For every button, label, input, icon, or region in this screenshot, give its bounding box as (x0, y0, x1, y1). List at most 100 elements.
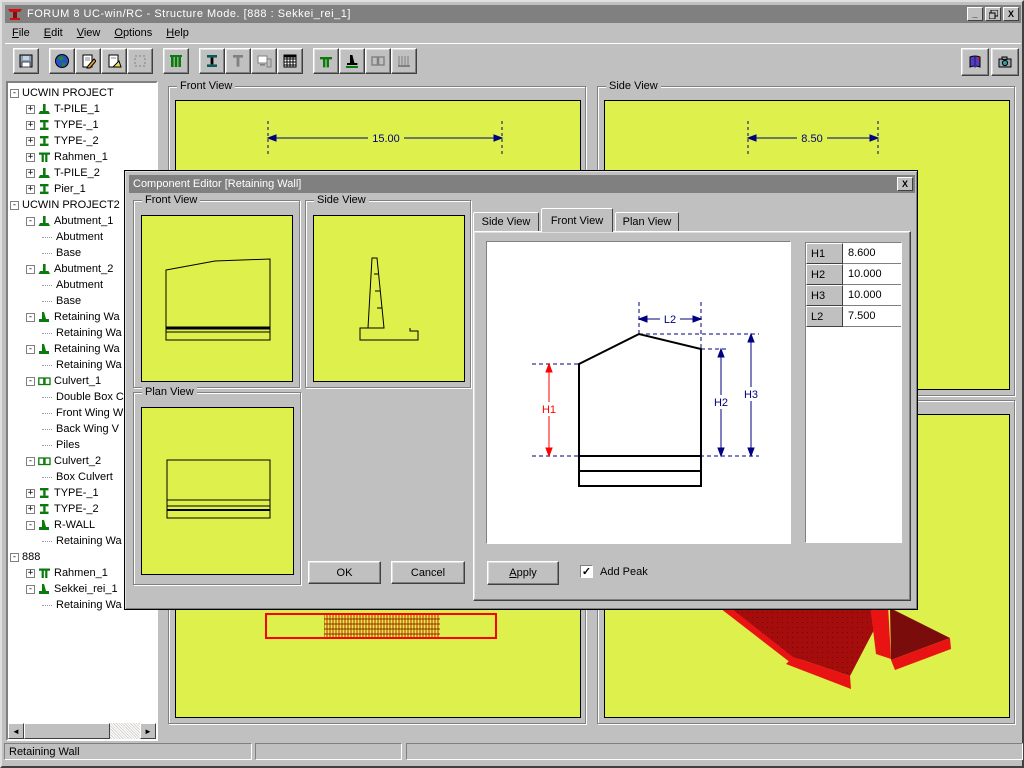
edit-document-button[interactable] (75, 48, 101, 74)
param-value-h3[interactable]: 10.000 (843, 285, 901, 306)
dialog-close-button[interactable]: X (897, 177, 913, 191)
add-peak-checkbox[interactable]: ✓ (580, 565, 593, 578)
culvert-button[interactable] (365, 48, 391, 74)
t-pile-button[interactable] (225, 48, 251, 74)
tree-horizontal-scrollbar[interactable]: ◄ ► (8, 723, 156, 739)
tree-expander-expand[interactable]: + (26, 569, 35, 578)
tree-item-type-2[interactable]: +TYPE-_2 (26, 133, 99, 149)
tree-item-abutment-1[interactable]: -Abutment_1 (26, 213, 113, 229)
tree-expander-collapse[interactable]: - (26, 345, 35, 354)
tree-expander-collapse[interactable]: - (26, 217, 35, 226)
tree-item-t-pile-1[interactable]: +T-PILE_1 (26, 101, 100, 117)
param-name-h3[interactable]: H3 (806, 285, 843, 306)
param-value-h1[interactable]: 8.600 (843, 243, 901, 264)
scroll-right-arrow-icon[interactable]: ► (140, 723, 156, 739)
piles-button[interactable] (391, 48, 417, 74)
computer-button[interactable] (251, 48, 277, 74)
menu-edit[interactable]: Edit (37, 25, 70, 41)
tab-side-view[interactable]: Side View (473, 212, 539, 232)
tree-item-rahmen-1[interactable]: +Rahmen_1 (26, 565, 108, 581)
tree-expander-expand[interactable]: + (26, 121, 35, 130)
tree-item-retaining-wa[interactable]: Retaining Wa (42, 325, 122, 341)
tree-item-box-culvert[interactable]: Box Culvert (42, 469, 113, 485)
tree-item-base[interactable]: Base (42, 293, 81, 309)
columns-button[interactable] (163, 48, 189, 74)
ibeam-pier-button[interactable] (199, 48, 225, 74)
tree-item-retaining-wa[interactable]: Retaining Wa (42, 597, 122, 613)
tree-expander-collapse[interactable]: - (10, 89, 19, 98)
tree-item-rahmen-1[interactable]: +Rahmen_1 (26, 149, 108, 165)
tree-item-double-box-c[interactable]: Double Box C (42, 389, 124, 405)
tree-expander-collapse[interactable]: - (26, 521, 35, 530)
scroll-left-arrow-icon[interactable]: ◄ (8, 723, 24, 739)
param-name-h1[interactable]: H1 (806, 243, 843, 264)
tree-expander-collapse[interactable]: - (10, 553, 19, 562)
tree-expander-collapse[interactable]: - (10, 201, 19, 210)
restore-button[interactable] (985, 7, 1001, 21)
tree-expander-expand[interactable]: + (26, 105, 35, 114)
tree-item-retaining-wa[interactable]: Retaining Wa (42, 357, 122, 373)
retaining-wall-button[interactable] (339, 48, 365, 74)
menu-help[interactable]: Help (159, 25, 196, 41)
select-marquee-button[interactable] (127, 48, 153, 74)
tree-item-base[interactable]: Base (42, 245, 81, 261)
tree-item-abutment[interactable]: Abutment (42, 229, 103, 245)
tree-item-abutment[interactable]: Abutment (42, 277, 103, 293)
param-value-h2[interactable]: 10.000 (843, 264, 901, 285)
grid-button[interactable] (277, 48, 303, 74)
tree-expander-expand[interactable]: + (26, 169, 35, 178)
menu-view[interactable]: View (70, 25, 108, 41)
tree-item-pier-1[interactable]: +Pier_1 (26, 181, 86, 197)
world-button[interactable] (49, 48, 75, 74)
ok-button[interactable]: OK (308, 561, 381, 584)
tree-item-culvert-1[interactable]: -Culvert_1 (26, 373, 101, 389)
tree-expander-expand[interactable]: + (26, 489, 35, 498)
tree-expander-collapse[interactable]: - (26, 457, 35, 466)
tree-item-retaining-wa[interactable]: -Retaining Wa (26, 309, 120, 325)
tree-item-r-wall[interactable]: -R-WALL (26, 517, 95, 533)
save-button[interactable] (13, 48, 39, 74)
param-name-l2[interactable]: L2 (806, 306, 843, 327)
tree-item-ucwin-project[interactable]: -UCWIN PROJECT (10, 85, 114, 101)
tree-item-sekkei-rei-1[interactable]: -Sekkei_rei_1 (26, 581, 118, 597)
tree-item-label: Retaining Wa (54, 343, 120, 355)
document-flag-button[interactable] (101, 48, 127, 74)
tab-plan-view[interactable]: Plan View (615, 212, 679, 232)
scrollbar-thumb[interactable] (24, 723, 110, 739)
tree-item-piles[interactable]: Piles (42, 437, 80, 453)
tree-item-type-1[interactable]: +TYPE-_1 (26, 117, 99, 133)
help-book-button[interactable] (961, 48, 989, 76)
tree-expander-collapse[interactable]: - (26, 265, 35, 274)
tree-expander-expand[interactable]: + (26, 137, 35, 146)
tree-expander-collapse[interactable]: - (26, 585, 35, 594)
tree-item-back-wing-v[interactable]: Back Wing V (42, 421, 119, 437)
snapshot-camera-button[interactable] (991, 48, 1019, 76)
param-name-h2[interactable]: H2 (806, 264, 843, 285)
tree-expander-collapse[interactable]: - (26, 313, 35, 322)
tree-item-t-pile-2[interactable]: +T-PILE_2 (26, 165, 100, 181)
tree-expander-expand[interactable]: + (26, 505, 35, 514)
tree-item-type-2[interactable]: +TYPE-_2 (26, 501, 99, 517)
param-value-l2[interactable]: 7.500 (843, 306, 901, 327)
frame-structure-button[interactable] (313, 48, 339, 74)
menu-options[interactable]: Options (107, 25, 159, 41)
cancel-button[interactable]: Cancel (391, 561, 465, 584)
minimize-button[interactable]: _ (967, 7, 983, 21)
tree-item-label: Back Wing V (56, 423, 119, 435)
tree-item-retaining-wa[interactable]: - Retaining Wa (26, 341, 120, 357)
tree-expander-expand[interactable]: + (26, 153, 35, 162)
tree-item-ucwin-project2[interactable]: -UCWIN PROJECT2 (10, 197, 120, 213)
tree-item-culvert-2[interactable]: -Culvert_2 (26, 453, 101, 469)
tree-item-abutment-2[interactable]: -Abutment_2 (26, 261, 113, 277)
apply-button[interactable]: Apply (487, 561, 559, 585)
close-button[interactable]: X (1003, 7, 1019, 21)
tree-expander-expand[interactable]: + (26, 185, 35, 194)
tree-item-front-wing-w[interactable]: Front Wing W (42, 405, 123, 421)
tab-front-view[interactable]: Front View (541, 208, 613, 232)
scrollbar-track[interactable] (110, 723, 140, 739)
tree-item-888[interactable]: -888 (10, 549, 40, 565)
tree-item-retaining-wa[interactable]: Retaining Wa (42, 533, 122, 549)
menu-file[interactable]: File (5, 25, 37, 41)
tree-expander-collapse[interactable]: - (26, 377, 35, 386)
tree-item-type-1[interactable]: +TYPE-_1 (26, 485, 99, 501)
